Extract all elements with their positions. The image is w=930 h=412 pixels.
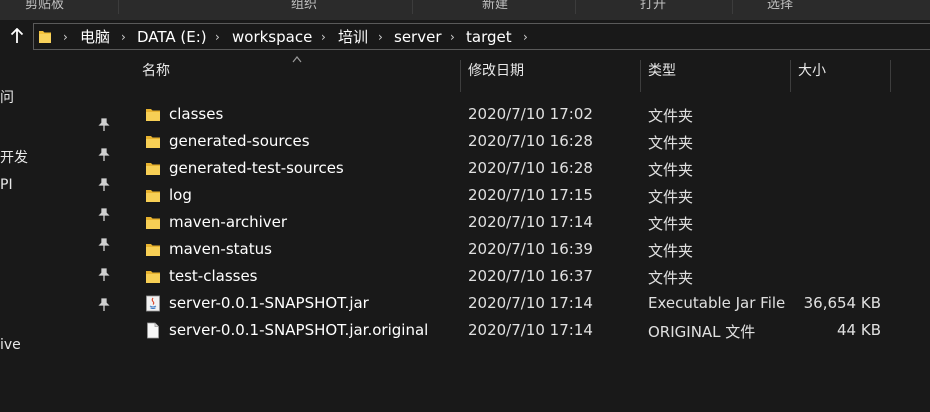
file-name: generated-sources [169, 132, 310, 150]
chevron-right-icon[interactable]: › [63, 29, 68, 45]
nav-item[interactable]: 开发 [0, 147, 28, 167]
file-name: generated-test-sources [169, 159, 344, 177]
file-name: maven-status [169, 240, 272, 258]
file-type: Executable Jar File [648, 294, 786, 312]
folder-icon [146, 109, 160, 121]
pin-icon[interactable] [98, 148, 110, 162]
file-type: ORIGINAL 文件 [648, 323, 756, 341]
column-header-type[interactable]: 类型 [648, 63, 676, 79]
pin-icon[interactable] [98, 178, 110, 192]
file-row[interactable]: maven-archiver 2020/7/10 17:14 文件夹 [135, 209, 905, 236]
file-row[interactable]: test-classes 2020/7/10 16:37 文件夹 [135, 263, 905, 290]
ribbon-new-label[interactable]: 新建 [482, 0, 508, 12]
file-row[interactable]: classes 2020/7/10 17:02 文件夹 [135, 101, 905, 128]
file-row[interactable]: generated-sources 2020/7/10 16:28 文件夹 [135, 128, 905, 155]
nav-item[interactable]: 问 [0, 87, 14, 107]
file-row[interactable]: log 2020/7/10 17:15 文件夹 [135, 182, 905, 209]
file-row[interactable]: generated-test-sources 2020/7/10 16:28 文… [135, 155, 905, 182]
file-name: test-classes [169, 267, 258, 285]
file-row[interactable]: server-0.0.1-SNAPSHOT.jar 2020/7/10 17:1… [135, 290, 905, 317]
ribbon-bar: 剪贴板 组织 新建 打开 选择 [0, 0, 930, 20]
file-type: 文件夹 [648, 161, 694, 179]
folder-icon [146, 217, 160, 229]
ribbon-separator [412, 0, 413, 14]
file-type: 文件夹 [648, 215, 694, 233]
file-date: 2020/7/10 17:15 [468, 186, 593, 204]
pin-icon[interactable] [98, 208, 110, 222]
column-header-size[interactable]: 大小 [798, 63, 826, 79]
folder-icon [146, 244, 160, 256]
file-row[interactable]: server-0.0.1-SNAPSHOT.jar.original 2020/… [135, 317, 905, 344]
ribbon-clipboard-label[interactable]: 剪贴板 [25, 0, 64, 12]
pin-icon[interactable] [98, 118, 110, 132]
column-divider[interactable] [890, 60, 891, 92]
chevron-right-icon[interactable]: › [450, 29, 455, 45]
file-type: 文件夹 [648, 134, 694, 152]
file-date: 2020/7/10 17:02 [468, 105, 593, 123]
file-date: 2020/7/10 16:39 [468, 240, 593, 258]
file-type: 文件夹 [648, 242, 694, 260]
breadcrumb-workspace[interactable]: workspace [232, 28, 312, 46]
chevron-right-icon[interactable]: › [378, 29, 383, 45]
chevron-right-icon[interactable]: › [215, 29, 220, 45]
column-header-date[interactable]: 修改日期 [468, 63, 524, 79]
up-arrow-button[interactable] [9, 27, 25, 46]
file-name: server-0.0.1-SNAPSHOT.jar.original [169, 321, 429, 339]
file-name: server-0.0.1-SNAPSHOT.jar [169, 294, 369, 312]
breadcrumb-pc[interactable]: 电脑 [80, 28, 110, 46]
file-date: 2020/7/10 16:37 [468, 267, 593, 285]
nav-item[interactable]: ive [0, 337, 21, 353]
chevron-right-icon[interactable]: › [121, 29, 126, 45]
breadcrumb-training[interactable]: 培训 [338, 28, 368, 46]
ribbon-select-label[interactable]: 选择 [767, 0, 793, 12]
file-name: log [169, 186, 192, 204]
column-divider[interactable] [640, 60, 641, 92]
file-date: 2020/7/10 16:28 [468, 132, 593, 150]
pin-icon[interactable] [98, 238, 110, 252]
ribbon-separator [575, 0, 576, 14]
folder-icon [146, 163, 160, 175]
folder-icon [39, 31, 51, 43]
breadcrumb-drive[interactable]: DATA (E:) [137, 28, 207, 46]
navigation-pane [0, 52, 118, 412]
folder-icon [146, 190, 160, 202]
up-arrow-icon [10, 27, 24, 43]
ribbon-open-label[interactable]: 打开 [640, 0, 666, 12]
breadcrumb-target[interactable]: target [466, 28, 512, 46]
pin-icon[interactable] [98, 268, 110, 282]
ribbon-organize-label[interactable]: 组织 [291, 0, 317, 12]
file-type: 文件夹 [648, 107, 694, 125]
file-name: classes [169, 105, 224, 123]
file-size: 44 KB [837, 321, 881, 339]
file-type: 文件夹 [648, 269, 694, 287]
folder-icon [146, 136, 160, 148]
file-type: 文件夹 [648, 188, 694, 206]
ribbon-separator [732, 0, 733, 14]
file-date: 2020/7/10 16:28 [468, 159, 593, 177]
chevron-right-icon[interactable]: › [321, 29, 326, 45]
file-icon [147, 322, 159, 339]
sort-ascending-icon [292, 56, 302, 63]
file-date: 2020/7/10 17:14 [468, 213, 593, 231]
file-row[interactable]: maven-status 2020/7/10 16:39 文件夹 [135, 236, 905, 263]
file-name: maven-archiver [169, 213, 288, 231]
column-divider[interactable] [460, 60, 461, 92]
file-size: 36,654 KB [803, 294, 881, 312]
ribbon-separator [118, 0, 119, 14]
folder-icon [146, 271, 160, 283]
chevron-right-icon[interactable]: › [523, 29, 528, 45]
pin-icon[interactable] [98, 298, 110, 312]
java-jar-icon [146, 295, 160, 312]
file-date: 2020/7/10 17:14 [468, 321, 593, 339]
nav-item[interactable]: PI [0, 177, 13, 193]
breadcrumb-server[interactable]: server [394, 28, 441, 46]
column-header-name[interactable]: 名称 [142, 63, 170, 79]
column-divider[interactable] [790, 60, 791, 92]
file-date: 2020/7/10 17:14 [468, 294, 593, 312]
